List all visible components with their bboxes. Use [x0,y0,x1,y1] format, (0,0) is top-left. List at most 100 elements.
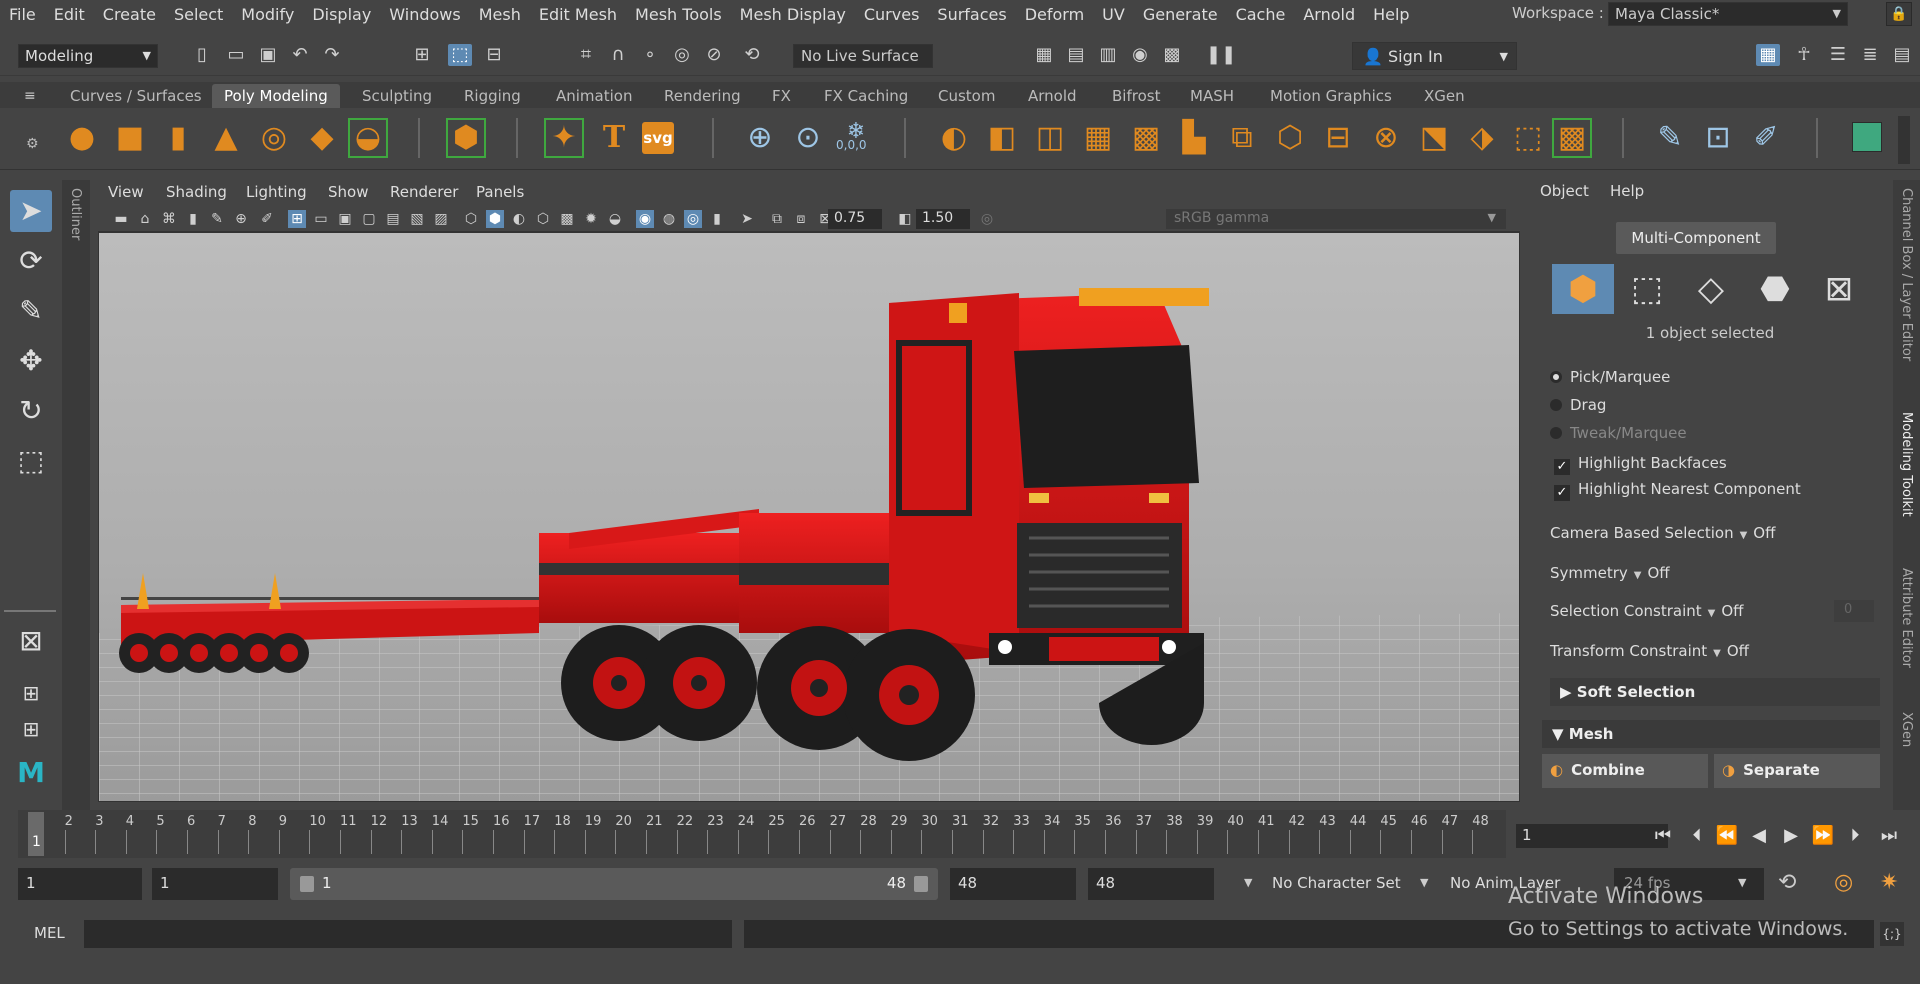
script-language-toggle[interactable]: MEL [34,924,65,942]
snap-curve-icon[interactable]: ∩ [606,44,630,66]
pen-icon[interactable]: ✎ [1650,118,1690,158]
poly-cube-icon[interactable]: ■ [110,118,150,158]
combine-button[interactable]: ◐ Combine [1542,754,1708,788]
gate-mask-icon[interactable]: ▢ [360,210,378,228]
toolkit-menu-help[interactable]: Help [1610,182,1644,200]
panel-menu-lighting[interactable]: Lighting [246,183,307,201]
safe-title-icon[interactable]: ▨ [432,210,450,228]
shelf-scrollbar[interactable] [1898,116,1910,164]
textured-icon[interactable]: ▩ [558,210,576,228]
field-chart-icon[interactable]: ▤ [384,210,402,228]
snap-point-icon[interactable]: ∘ [638,44,662,66]
combine-icon[interactable]: ◐ [934,118,974,158]
layout-presets-icon[interactable]: ⊞ [10,708,52,750]
tab-fx-caching[interactable]: FX Caching [812,84,920,108]
tab-attribute-editor[interactable]: Attribute Editor [1899,568,1914,668]
step-back-frame-icon[interactable]: ⏴ [1684,824,1710,848]
multi-component-button[interactable]: Multi-Component [1616,222,1776,254]
current-frame-field[interactable]: 1 [1516,824,1668,848]
2d-pan-zoom-icon[interactable]: ⊕ [232,210,250,228]
redo-icon[interactable]: ↷ [320,44,344,66]
tab-xgen[interactable]: XGen [1412,84,1477,108]
bookmark-icon[interactable]: ⌘ [160,210,178,228]
step-back-key-icon[interactable]: ⏪ [1714,824,1740,848]
ambient-occlusion-icon[interactable]: ◉ [636,210,654,228]
tab-sculpting[interactable]: Sculpting [350,84,444,108]
gamma-icon[interactable]: ◧ [896,210,914,228]
scale-tool-icon[interactable]: ⬚ [10,440,52,482]
workspace-dropdown[interactable]: Maya Classic* ▼ [1608,2,1848,26]
near-clip-field[interactable]: 0.75 [828,209,882,229]
poly-disc-icon[interactable]: ◒ [348,118,388,158]
paint-icon[interactable]: ✐ [1746,118,1786,158]
new-scene-icon[interactable]: ▯ [190,44,214,66]
insert-edge-loop-icon[interactable]: ⬔ [1414,118,1454,158]
grease-pencil-icon[interactable]: ✎ [208,210,226,228]
single-perspective-icon[interactable]: ⊠ [10,620,52,662]
menuset-dropdown[interactable]: Modeling ▼ [18,44,158,68]
snap-surface-icon[interactable]: ⊘ [702,44,726,66]
platonic-solid-icon[interactable]: ⬢ [446,118,486,158]
auto-key-icon[interactable]: ◎ [1834,870,1853,895]
shadows-icon[interactable]: ◒ [606,210,624,228]
animation-preferences-icon[interactable]: ✷ [1880,870,1898,895]
menu-surfaces[interactable]: Surfaces [928,5,1015,24]
wireframe-icon[interactable]: ⬡ [462,210,480,228]
save-scene-icon[interactable]: ▣ [256,44,280,66]
symmetry-row[interactable]: Symmetry ▼ Off [1550,564,1670,582]
menu-windows[interactable]: Windows [380,5,469,24]
xray-icon[interactable]: ⧉ [768,210,786,228]
tab-modeling-toolkit[interactable]: Modeling Toolkit [1899,412,1914,517]
bridge-icon[interactable]: ⧉ [1222,118,1262,158]
menu-file[interactable]: File [0,5,45,24]
smooth-icon[interactable]: ▦ [1078,118,1118,158]
tab-custom[interactable]: Custom [926,84,1007,108]
uv-mode-icon[interactable]: ⊠ [1808,264,1870,314]
menu-mesh[interactable]: Mesh [470,5,530,24]
time-slider[interactable]: 1234567891011121314151617181920212223242… [18,810,1506,858]
tab-xgen[interactable]: XGen [1899,712,1914,747]
image-plane-icon[interactable]: ▮ [184,210,202,228]
quad-draw-icon[interactable]: ⬚ [1508,118,1548,158]
chevron-down-icon[interactable]: ▼ [1244,876,1252,889]
panel-menu-renderer[interactable]: Renderer [390,183,458,201]
pick-marquee-radio[interactable]: Pick/Marquee [1550,368,1670,386]
script-editor-icon[interactable]: {;} [1880,922,1904,946]
menu-deform[interactable]: Deform [1016,5,1093,24]
default-material-icon[interactable]: ◐ [510,210,528,228]
step-forward-key-icon[interactable]: ⏩ [1810,824,1836,848]
menu-mesh-tools[interactable]: Mesh Tools [626,5,731,24]
separate-icon[interactable]: ◧ [982,118,1022,158]
paint-select-tool-icon[interactable]: ✎ [10,290,52,332]
menu-curves[interactable]: Curves [855,5,929,24]
safe-action-icon[interactable]: ▧ [408,210,426,228]
render-view-icon[interactable]: ▦ [1032,44,1056,66]
menu-display[interactable]: Display [303,5,380,24]
command-input[interactable] [84,920,732,948]
mirror-icon[interactable]: ◫ [1030,118,1070,158]
playback-start-field[interactable]: 1 [152,868,278,900]
menu-select[interactable]: Select [165,5,232,24]
motion-blur-icon[interactable]: ◍ [660,210,678,228]
play-backwards-icon[interactable]: ◀ [1746,824,1772,848]
tab-fx[interactable]: FX [760,84,803,108]
tab-rendering[interactable]: Rendering [652,84,753,108]
character-set-dropdown[interactable]: No Character Set [1262,868,1412,900]
locator-icon[interactable]: ⊙ [788,118,828,158]
hypershade-icon[interactable]: ▩ [1160,44,1184,66]
target-weld-icon[interactable]: ⬗ [1462,118,1502,158]
isolate-icon[interactable]: ✐ [258,210,276,228]
animation-start-field[interactable]: 1 [18,868,142,900]
uv-editor-icon[interactable]: ⊡ [1698,118,1738,158]
poly-sphere-icon[interactable]: ● [62,118,102,158]
panel-menu-shading[interactable]: Shading [166,183,227,201]
menu-mesh-display[interactable]: Mesh Display [731,5,855,24]
panel-menu-show[interactable]: Show [328,183,368,201]
tab-animation[interactable]: Animation [544,84,644,108]
menu-arnold[interactable]: Arnold [1294,5,1364,24]
select-component-icon[interactable]: ⊟ [482,44,506,66]
snap-view-icon[interactable]: ◎ [670,44,694,66]
tab-poly-modeling[interactable]: Poly Modeling [212,84,340,108]
tab-bifrost[interactable]: Bifrost [1100,84,1172,108]
bevel-icon[interactable]: ⬡ [1270,118,1310,158]
